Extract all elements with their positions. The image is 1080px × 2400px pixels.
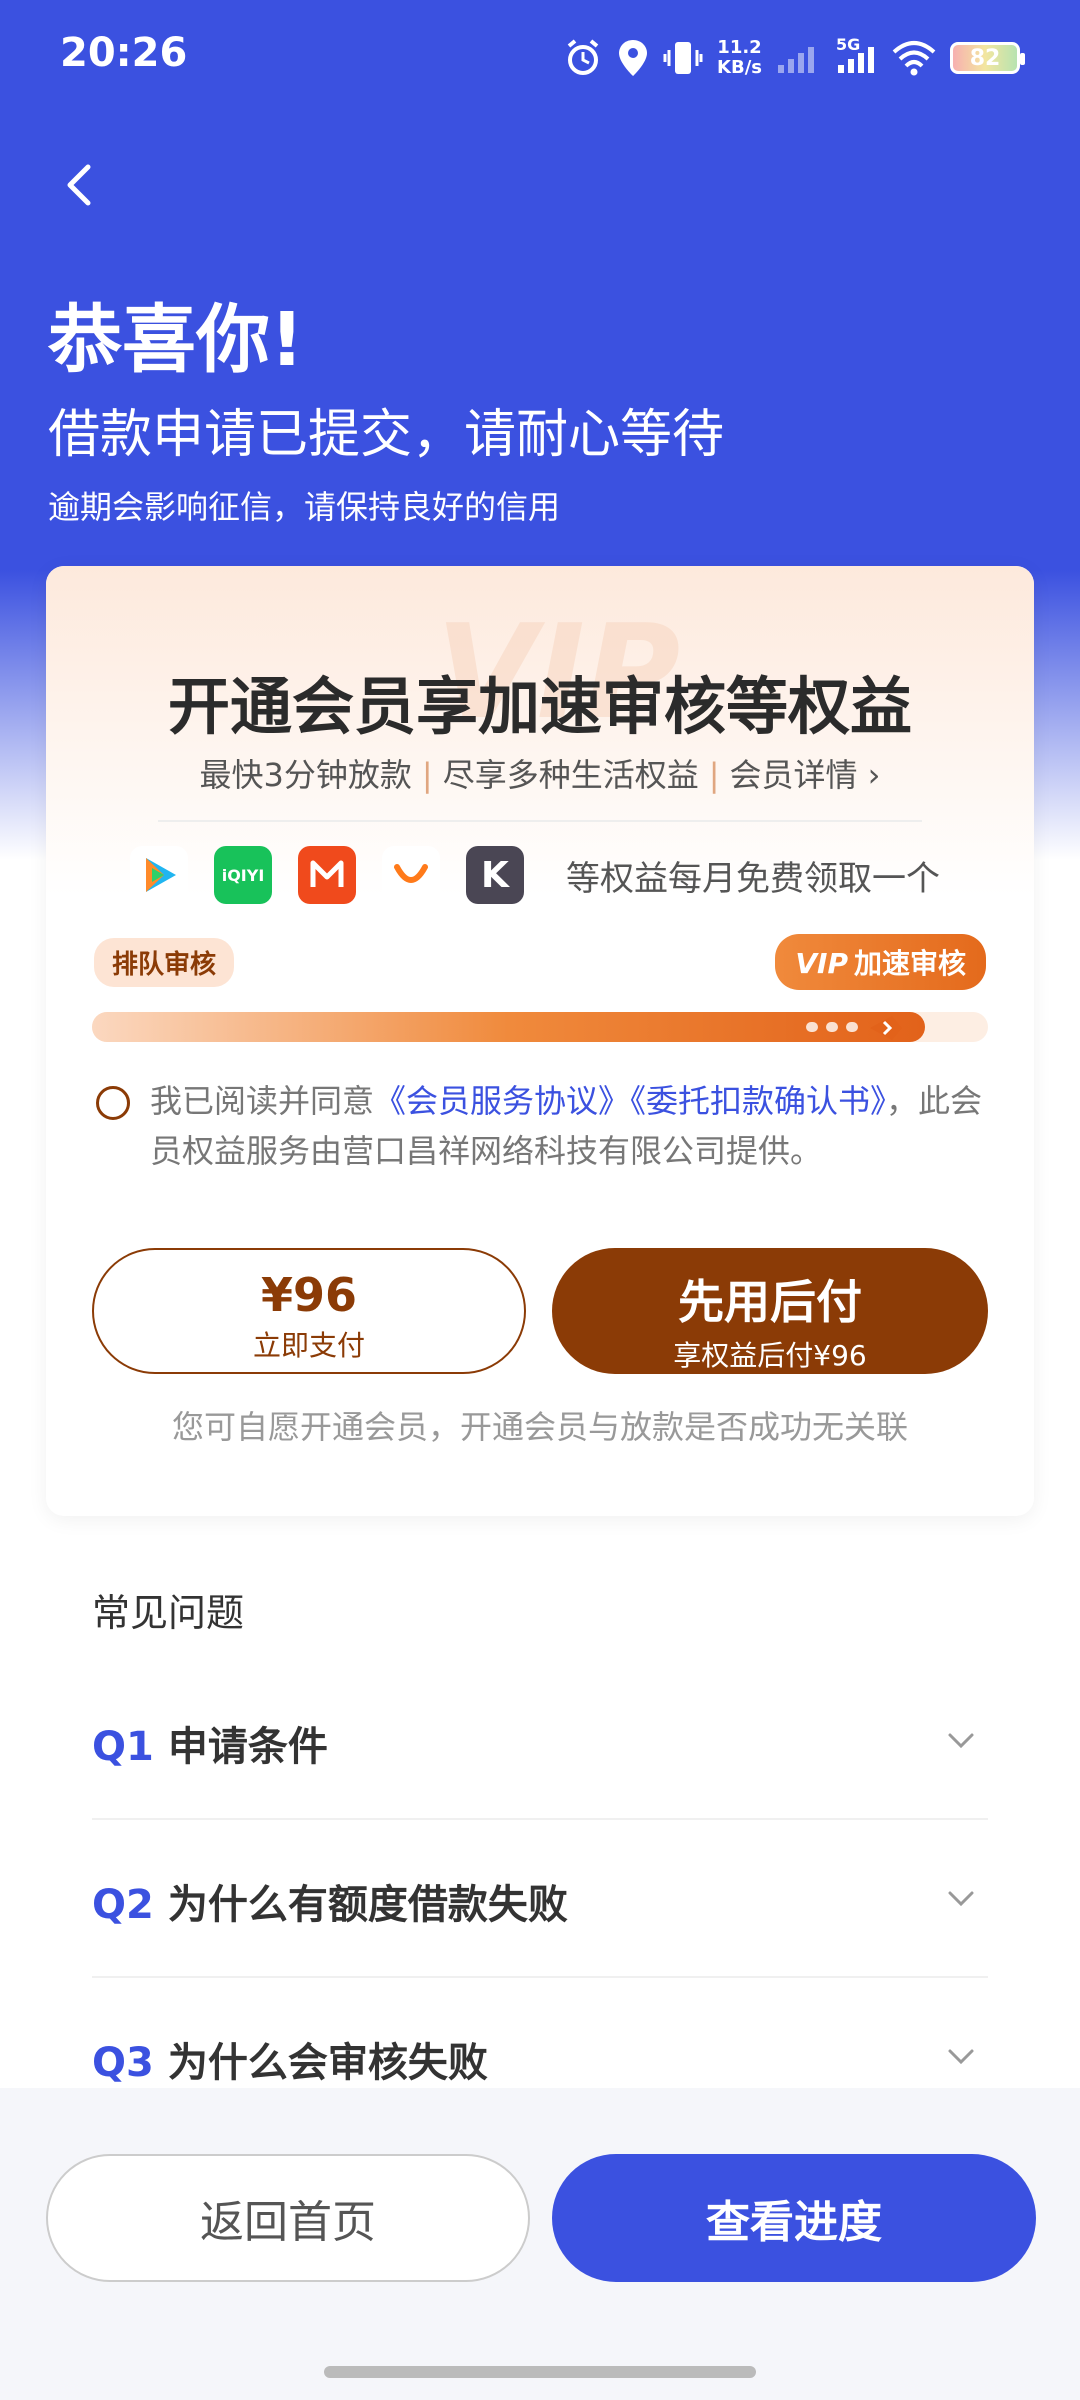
vip-card: VIP 开通会员享加速审核等权益 最快3分钟放款 | 尽享多种生活权益 | 会员详情 ›…	[46, 566, 1034, 1516]
perk-life-benefits: 尽享多种生活权益	[442, 756, 699, 794]
perk-separator: |	[421, 756, 433, 794]
chevron-down-icon	[948, 2049, 974, 2065]
net-speed-unit: KB/s	[717, 57, 762, 78]
apps-benefit-text: 等权益每月免费领取一个	[566, 858, 940, 899]
vip-perks: 最快3分钟放款 | 尽享多种生活权益 | 会员详情 ›	[46, 750, 1034, 796]
keep-label: K	[481, 854, 509, 896]
faq-number: Q2	[92, 1882, 154, 1928]
chevron-down-icon	[948, 1733, 974, 1749]
pay-later-sub: 享权益后付¥96	[673, 1339, 867, 1372]
faq-title: 常见问题	[92, 1591, 245, 1635]
member-service-agreement-link[interactable]: 《会员服务协议》	[374, 1082, 630, 1120]
net-speed: 11.2 KB/s	[717, 38, 762, 78]
voluntary-note: 您可自愿开通会员，开通会员与放款是否成功无关联	[171, 1408, 908, 1446]
signal-icon	[776, 41, 822, 75]
pay-now-price: ¥96	[260, 1268, 358, 1322]
home-indicator[interactable]	[324, 2366, 756, 2378]
faq-question-text: 为什么有额度借款失败	[167, 1882, 568, 1928]
faq-question: Q1 申请条件	[92, 1714, 328, 1772]
chevron-left-icon	[67, 164, 91, 206]
faq-item-q1[interactable]: Q1 申请条件	[92, 1668, 988, 1820]
page-title: 恭喜你!	[48, 297, 304, 383]
chevron-right-icon: ›	[867, 756, 881, 794]
iqiyi-label: iQIYI	[221, 865, 265, 885]
pay-now-button[interactable]: ¥96 立即支付	[92, 1248, 526, 1374]
queue-review-badge: 排队审核	[94, 938, 235, 987]
battery-icon: 82	[950, 42, 1025, 74]
didi-icon	[382, 846, 440, 904]
rocket-icon	[866, 1008, 906, 1052]
status-icons: 11.2 KB/s 5G 82	[563, 30, 1025, 86]
faq-number: Q1	[92, 1724, 154, 1770]
perk-separator: |	[708, 756, 720, 794]
back-button[interactable]	[50, 155, 110, 215]
pay-now-label: 立即支付	[252, 1329, 365, 1362]
faq-question-text: 申请条件	[167, 1724, 328, 1770]
perk-fast-loan: 最快3分钟放款	[199, 756, 412, 794]
pay-later-button[interactable]: 先用后付 享权益后付¥96	[552, 1248, 988, 1374]
vip-card-title: 开通会员享加速审核等权益	[167, 670, 912, 743]
vip-review-label: 加速审核	[853, 947, 966, 980]
faq-number: Q3	[92, 2040, 154, 2086]
status-bar: 20:26 11.2 KB/s 5G 82	[0, 0, 1080, 110]
view-progress-button[interactable]: 查看进度	[552, 2154, 1036, 2282]
pay-later-title: 先用后付	[678, 1275, 862, 1329]
location-icon	[617, 38, 649, 78]
tencent-video-icon	[130, 846, 188, 904]
faq-question-text: 为什么会审核失败	[167, 2040, 488, 2086]
vip-fast-review-badge: VIP 加速审核	[775, 934, 986, 990]
back-to-home-button[interactable]: 返回首页	[46, 2154, 530, 2282]
signal-label: 5G	[836, 35, 861, 54]
credit-note: 逾期会影响征信，请保持良好的信用	[48, 488, 561, 526]
progress-dots	[806, 1022, 858, 1032]
divider	[158, 820, 922, 822]
agreement-text: 我已阅读并同意《会员服务协议》《委托扣款确认书》，此会员权益服务由营口昌祥网络科…	[150, 1076, 1000, 1176]
debit-confirmation-link[interactable]: 《委托扣款确认书》	[630, 1082, 886, 1120]
agreement-prefix: 我已阅读并同意	[150, 1082, 375, 1120]
chevron-down-icon	[948, 1891, 974, 1907]
page-subtitle: 借款申请已提交，请耐心等待	[48, 405, 725, 465]
mango-tv-icon	[298, 846, 356, 904]
faq-item-q2[interactable]: Q2 为什么有额度借款失败	[92, 1826, 988, 1978]
vibrate-icon	[663, 38, 703, 78]
keep-icon: K	[466, 846, 524, 904]
alarm-icon	[563, 38, 603, 78]
net-speed-value: 11.2	[717, 37, 762, 58]
vip-logo: VIP	[795, 947, 848, 980]
agreement-checkbox[interactable]	[96, 1086, 130, 1120]
faq-question: Q2 为什么有额度借款失败	[92, 1872, 568, 1930]
review-progress-fill	[92, 1012, 925, 1042]
signal-5g-icon: 5G	[836, 35, 878, 75]
member-details-label: 会员详情	[729, 756, 858, 794]
iqiyi-icon: iQIYI	[214, 846, 272, 904]
status-time: 20:26	[60, 30, 188, 76]
wifi-icon	[892, 40, 936, 76]
app-benefits-row: iQIYI K 等权益每月免费领取一个	[130, 846, 940, 904]
member-details-link[interactable]: 会员详情 ›	[729, 756, 880, 794]
battery-level: 82	[969, 45, 1001, 71]
faq-question: Q3 为什么会审核失败	[92, 2030, 488, 2088]
